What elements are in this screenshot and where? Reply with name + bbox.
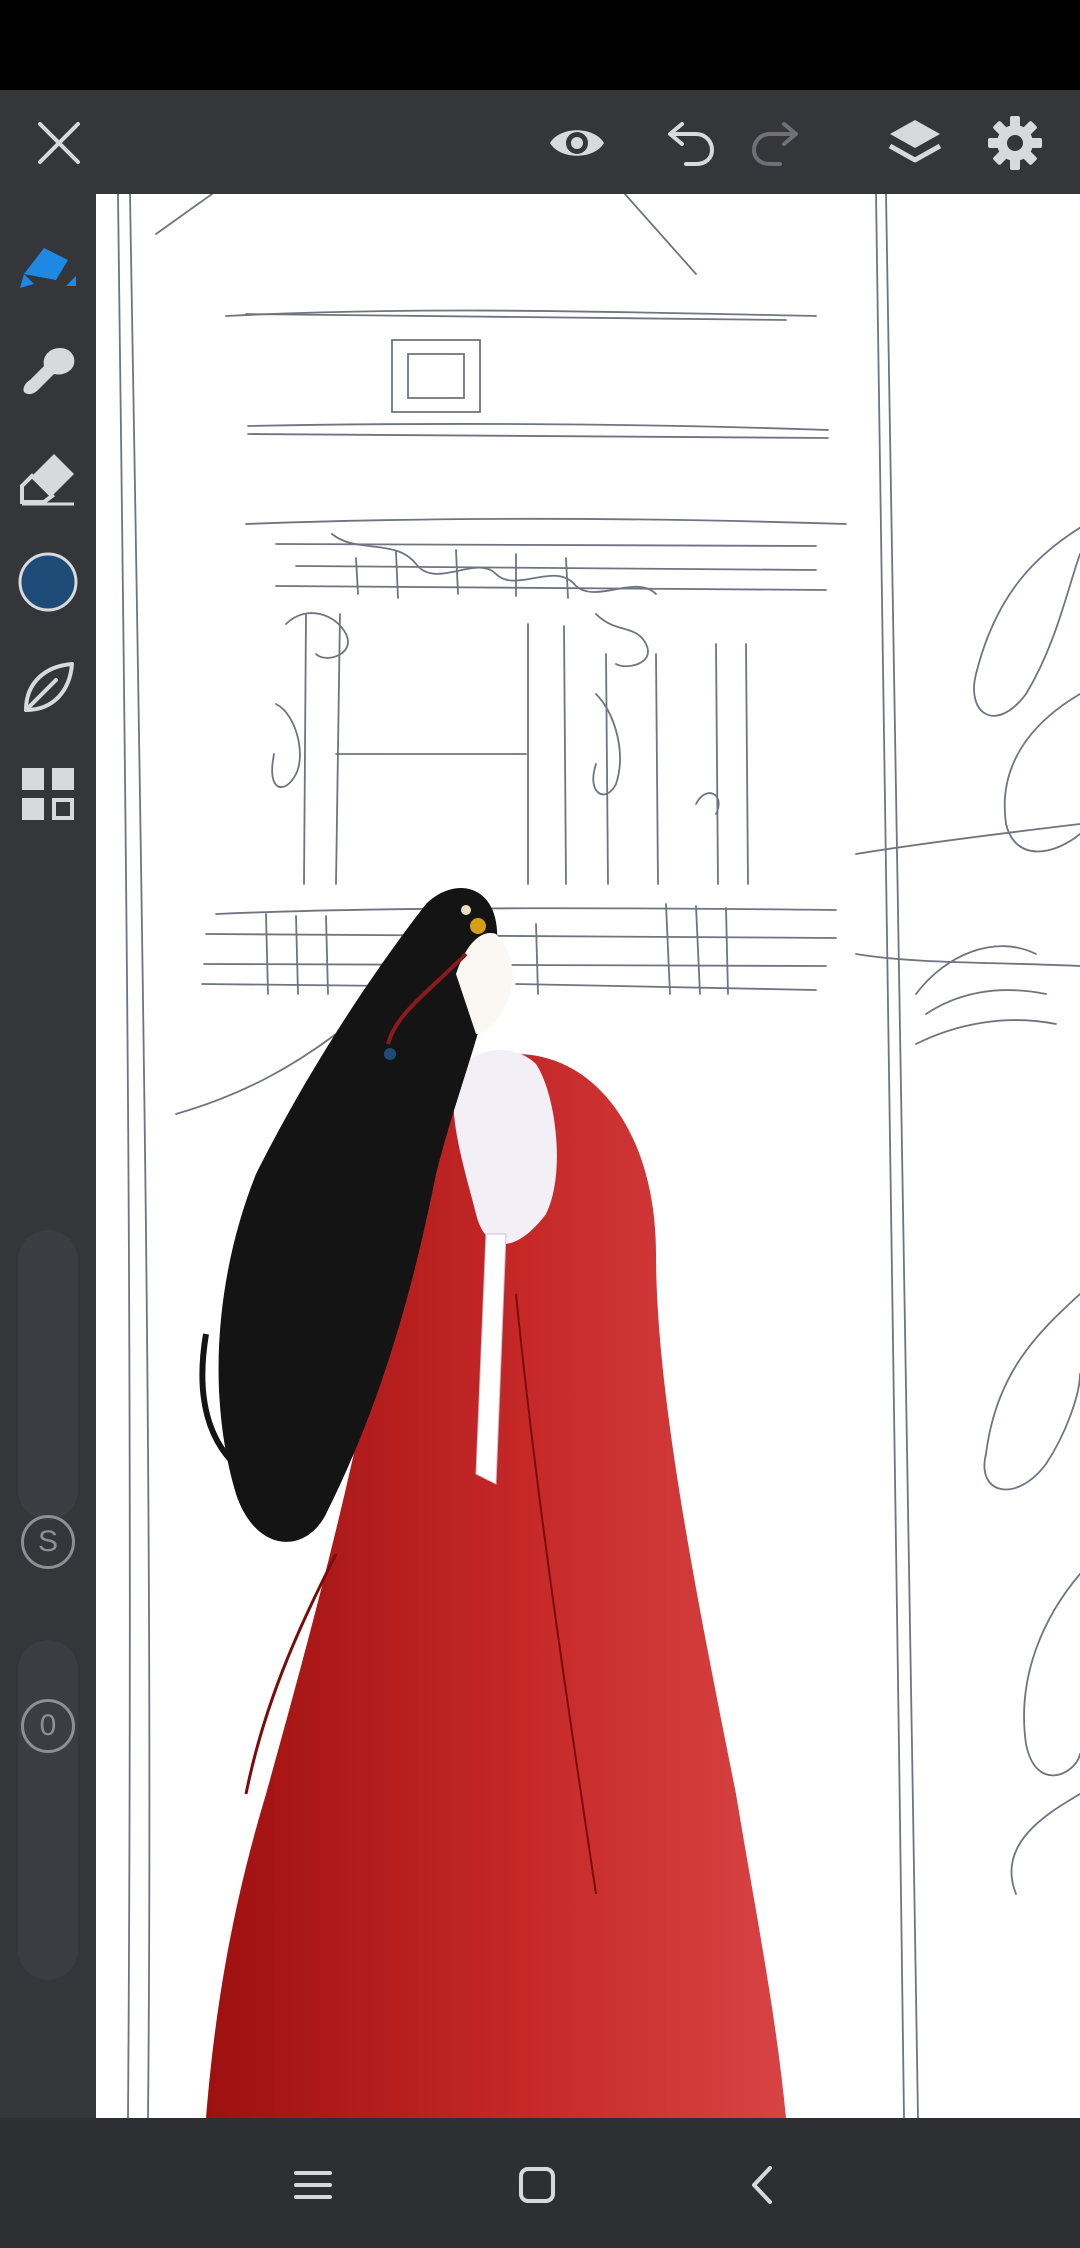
redo-icon <box>751 122 798 166</box>
brush-size-label: S <box>21 1515 75 1569</box>
brush-size-indicator: S <box>18 1512 78 1572</box>
undo-button[interactable] <box>656 112 718 174</box>
back-icon <box>752 2166 772 2204</box>
status-bar <box>0 0 1080 90</box>
recents-button[interactable] <box>278 2150 348 2220</box>
canvas-artwork <box>117 194 1080 2118</box>
layers-icon <box>888 120 942 163</box>
eraser-tool-button[interactable] <box>10 440 86 516</box>
color-swatch <box>18 552 78 612</box>
smudge-tool-button[interactable] <box>10 334 86 410</box>
eye-icon <box>550 130 604 156</box>
redo-button[interactable] <box>748 112 810 174</box>
drawing-canvas[interactable] <box>96 194 1080 2118</box>
close-button[interactable] <box>28 112 90 174</box>
stroke-leaf-icon <box>24 662 74 712</box>
opacity-indicator: 0 <box>18 1696 78 1756</box>
eraser-icon <box>20 454 74 506</box>
opacity-label: 0 <box>21 1699 75 1753</box>
brush-tool-button[interactable] <box>10 228 86 304</box>
opacity-slider[interactable] <box>18 1640 78 1980</box>
grid-icon <box>22 768 74 820</box>
home-button[interactable] <box>502 2150 572 2220</box>
brush-size-slider[interactable] <box>18 1230 78 1520</box>
home-icon <box>519 2167 555 2203</box>
settings-button[interactable] <box>984 112 1046 174</box>
color-picker-button[interactable] <box>10 544 86 620</box>
undo-icon <box>668 122 715 166</box>
close-icon <box>38 122 80 164</box>
brush-icon <box>20 248 76 288</box>
layers-button[interactable] <box>884 112 946 174</box>
brush-library-button[interactable] <box>10 756 86 832</box>
preview-button[interactable] <box>546 112 608 174</box>
stroke-tool-button[interactable] <box>10 650 86 726</box>
smudge-icon <box>23 348 75 395</box>
back-button[interactable] <box>728 2150 798 2220</box>
settings-icon <box>988 116 1042 170</box>
recents-icon <box>294 2171 332 2199</box>
